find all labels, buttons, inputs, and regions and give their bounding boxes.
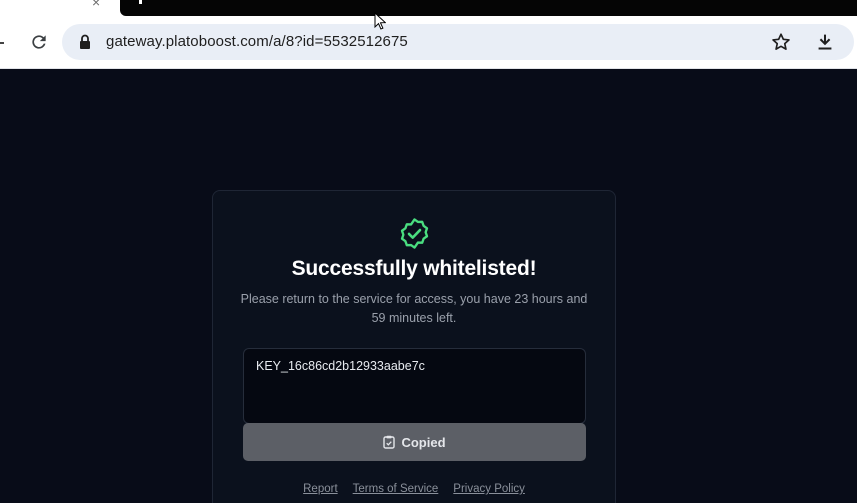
page-title: Successfully whitelisted! [291,257,537,280]
footer-links: Report Terms of Service Privacy Policy [213,483,615,495]
verified-badge-icon [400,218,429,249]
mouse-cursor-icon [374,12,386,30]
key-value[interactable]: KEY_16c86cd2b12933aabe7c [256,359,425,373]
privacy-link[interactable]: Privacy Policy [453,483,525,495]
download-icon[interactable] [814,31,836,53]
clipboard-icon [383,435,396,449]
reload-icon[interactable] [29,32,49,52]
address-bar[interactable]: gateway.platoboost.com/a/8?id=5532512675 [62,24,854,60]
copied-label: Copied [401,434,446,450]
copied-button[interactable]: Copied [243,423,586,461]
url-text[interactable]: gateway.platoboost.com/a/8?id=5532512675 [106,33,408,51]
star-icon[interactable] [770,31,792,53]
key-textarea[interactable]: KEY_16c86cd2b12933aabe7c [243,348,586,424]
terms-link[interactable]: Terms of Service [353,483,439,495]
report-link[interactable]: Report [303,483,338,495]
tab-strip: × [0,0,857,16]
page-subtitle: Please return to the service for access,… [240,292,588,325]
tab-mark [139,0,142,4]
lock-icon[interactable] [78,33,92,51]
active-tab[interactable] [120,0,857,16]
browser-toolbar: gateway.platoboost.com/a/8?id=5532512675 [0,16,857,69]
back-icon[interactable] [0,42,4,44]
tab-close-icon[interactable]: × [92,0,100,9]
whitelist-card: Successfully whitelisted! Please return … [212,190,616,503]
